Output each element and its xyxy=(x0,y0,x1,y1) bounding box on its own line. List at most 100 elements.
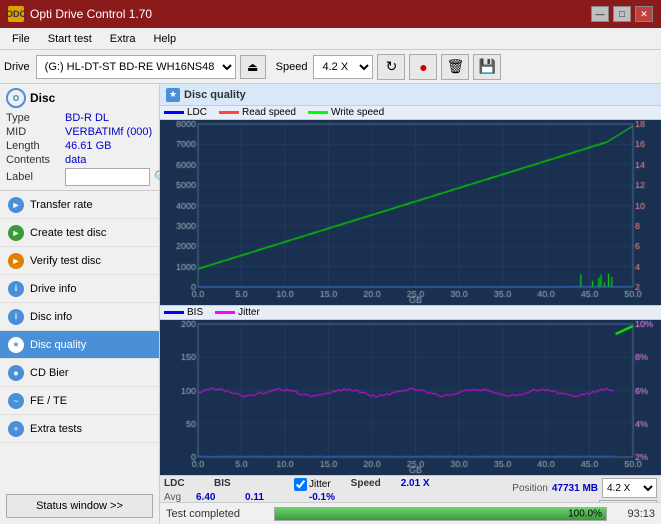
close-button[interactable]: ✕ xyxy=(635,6,653,22)
length-value: 46.61 GB xyxy=(65,140,111,152)
nav-item-transfer-rate[interactable]: ► Transfer rate xyxy=(0,191,159,219)
avg-bis: 0.11 xyxy=(245,492,280,502)
nav-label-extra-tests: Extra tests xyxy=(30,423,82,435)
mid-label: MID xyxy=(6,126,61,138)
progress-section: Test completed 100.0% 93:13 xyxy=(160,502,661,524)
nav-label-verify-test-disc: Verify test disc xyxy=(30,255,101,267)
refresh-button[interactable]: ↻ xyxy=(377,54,405,80)
nav-item-disc-info[interactable]: i Disc info xyxy=(0,303,159,331)
nav-item-extra-tests[interactable]: + Extra tests xyxy=(0,415,159,443)
jitter-col-header: Jitter xyxy=(309,479,331,490)
type-value: BD-R DL xyxy=(65,112,109,124)
nav-label-cd-bier: CD Bier xyxy=(30,367,69,379)
drive-select[interactable]: (G:) HL-DT-ST BD-RE WH16NS48 1.D3 xyxy=(36,55,236,79)
type-label: Type xyxy=(6,112,61,124)
chart-title: Disc quality xyxy=(184,89,246,101)
status-window-button[interactable]: Status window >> xyxy=(6,494,153,518)
stats-left: LDC BIS Jitter Speed 2.01 X Avg xyxy=(164,478,510,502)
avg-ldc: 6.40 xyxy=(196,492,241,502)
time-display: 93:13 xyxy=(615,508,655,520)
upper-legend: LDC Read speed Write speed xyxy=(160,106,661,120)
stats-right: Position 47731 MB 4.2 X Samples 763406 S… xyxy=(512,478,657,502)
speed-col-header: Speed xyxy=(351,478,381,491)
status-text: Test completed xyxy=(166,508,266,520)
jitter-checkbox-row: Jitter xyxy=(294,478,331,491)
speed-display: 2.01 X xyxy=(401,478,430,491)
disc-section-label: Disc xyxy=(30,91,55,105)
menu-start-test[interactable]: Start test xyxy=(40,31,100,47)
progress-bar-container: 100.0% xyxy=(274,507,607,521)
nav-label-disc-quality: Disc quality xyxy=(30,339,86,351)
write-speed-legend-color xyxy=(308,111,328,114)
speed-select-stats[interactable]: 4.2 X xyxy=(602,478,657,498)
nav-item-cd-bier[interactable]: ● CD Bier xyxy=(0,359,159,387)
nav-item-fe-te[interactable]: ~ FE / TE xyxy=(0,387,159,415)
eject-button[interactable]: ⏏ xyxy=(240,55,266,79)
position-value: 47731 MB xyxy=(552,483,598,494)
avg-jitter: -0.1% xyxy=(284,492,339,502)
nav-label-transfer-rate: Transfer rate xyxy=(30,199,93,211)
disc-quality-header: ★ Disc quality xyxy=(160,84,661,106)
jitter-checkbox[interactable] xyxy=(294,478,307,491)
toolbar: Drive (G:) HL-DT-ST BD-RE WH16NS48 1.D3 … xyxy=(0,50,661,84)
title-bar: ODC Opti Drive Control 1.70 — □ ✕ xyxy=(0,0,661,28)
chart-icon: ★ xyxy=(166,88,180,102)
bis-legend-label: BIS xyxy=(187,307,203,318)
mid-value: VERBATIMf (000) xyxy=(65,126,152,138)
nav-icon-fe-te: ~ xyxy=(8,393,24,409)
ldc-legend-label: LDC xyxy=(187,107,207,118)
nav-icon-cd-bier: ● xyxy=(8,365,24,381)
chart-wrapper: LDC Read speed Write speed BIS xyxy=(160,106,661,502)
maximize-button[interactable]: □ xyxy=(613,6,631,22)
nav-item-verify-test-disc[interactable]: ► Verify test disc xyxy=(0,247,159,275)
nav-item-disc-quality[interactable]: ★ Disc quality xyxy=(0,331,159,359)
right-panel: ★ Disc quality LDC Read speed Write spee… xyxy=(160,84,661,524)
erase-button[interactable]: 🗑 xyxy=(441,54,469,80)
nav-icon-drive-info: i xyxy=(8,281,24,297)
jitter-legend-label: Jitter xyxy=(238,307,260,318)
length-label: Length xyxy=(6,140,61,152)
window-controls[interactable]: — □ ✕ xyxy=(591,6,653,22)
position-row: Position 47731 MB 4.2 X xyxy=(512,478,657,498)
menu-extra[interactable]: Extra xyxy=(102,31,144,47)
drive-label: Drive xyxy=(4,61,30,73)
nav-label-drive-info: Drive info xyxy=(30,283,76,295)
window-title: Opti Drive Control 1.70 xyxy=(30,7,152,21)
nav-label-create-test-disc: Create test disc xyxy=(30,227,106,239)
record-button[interactable]: ● xyxy=(409,54,437,80)
spacer xyxy=(264,478,274,491)
speed-select[interactable]: 4.2 X 2.0 X 8.0 X xyxy=(313,55,373,79)
label-input[interactable] xyxy=(65,168,150,186)
menu-help[interactable]: Help xyxy=(145,31,184,47)
app-icon: ODC xyxy=(8,6,24,22)
read-speed-legend-color xyxy=(219,111,239,114)
ldc-legend-color xyxy=(164,111,184,114)
contents-label: Contents xyxy=(6,154,61,166)
progress-bar-fill xyxy=(275,508,606,520)
menu-bar: File Start test Extra Help xyxy=(0,28,661,50)
disc-icon xyxy=(6,88,26,108)
lower-chart-canvas xyxy=(160,320,661,475)
read-speed-legend-label: Read speed xyxy=(242,107,296,118)
nav-icon-transfer-rate: ► xyxy=(8,197,24,213)
save-button[interactable]: 💾 xyxy=(473,54,501,80)
upper-chart-canvas xyxy=(160,120,661,305)
progress-text: 100.0% xyxy=(568,508,602,519)
nav-icon-extra-tests: + xyxy=(8,421,24,437)
speed-label: Speed xyxy=(276,61,308,73)
lower-legend: BIS Jitter xyxy=(160,305,661,320)
nav-icon-create-test-disc: ► xyxy=(8,225,24,241)
ldc-col-header: LDC xyxy=(164,478,194,491)
bis-col-header: BIS xyxy=(214,478,244,491)
disc-info-section: Disc Type BD-R DL MID VERBATIMf (000) Le… xyxy=(0,84,159,191)
main-layout: Disc Type BD-R DL MID VERBATIMf (000) Le… xyxy=(0,84,661,524)
left-panel: Disc Type BD-R DL MID VERBATIMf (000) Le… xyxy=(0,84,160,524)
nav-item-drive-info[interactable]: i Drive info xyxy=(0,275,159,303)
nav-label-disc-info: Disc info xyxy=(30,311,72,323)
minimize-button[interactable]: — xyxy=(591,6,609,22)
menu-file[interactable]: File xyxy=(4,31,38,47)
label-field-label: Label xyxy=(6,171,61,183)
nav-icon-verify-test-disc: ► xyxy=(8,253,24,269)
contents-value: data xyxy=(65,154,86,166)
nav-item-create-test-disc[interactable]: ► Create test disc xyxy=(0,219,159,247)
